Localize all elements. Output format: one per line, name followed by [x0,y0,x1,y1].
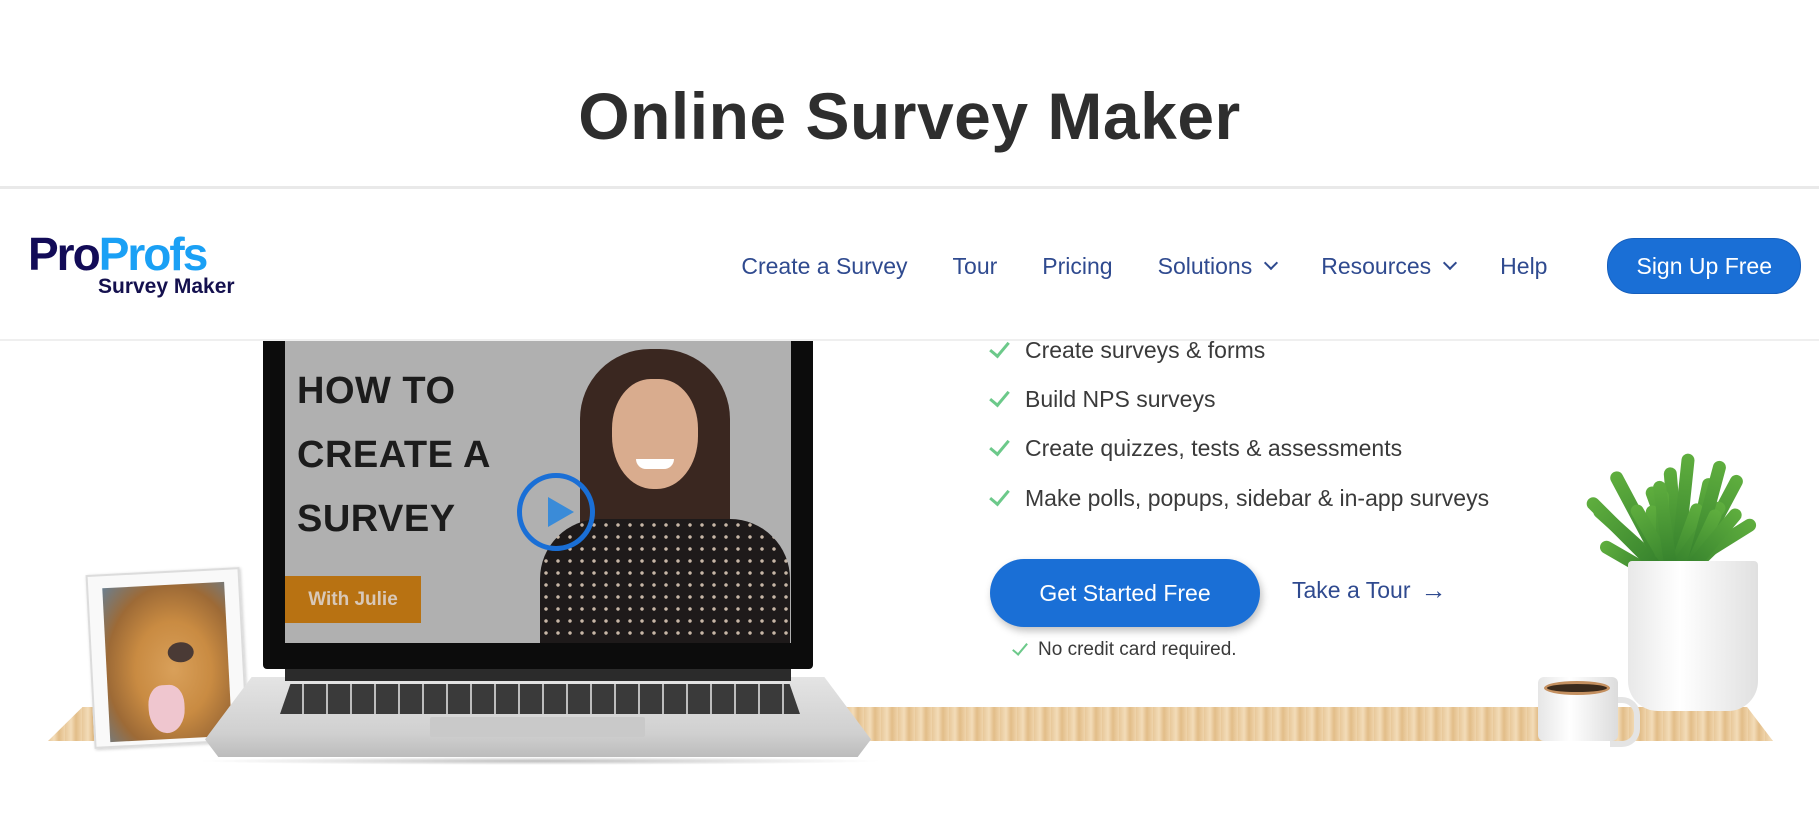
logo-part-pro: Pro [28,228,101,280]
coffee-mug [1538,677,1618,741]
video-title-line: CREATE A [297,434,491,476]
take-a-tour-link[interactable]: Take a Tour → [1292,575,1446,606]
feature-item: Create quizzes, tests & assessments [988,434,1403,462]
no-credit-card-text: No credit card required. [1038,639,1237,660]
feature-item: Build NPS surveys [988,385,1216,413]
feature-text: Create quizzes, tests & assessments [1025,435,1403,461]
checkmark-icon [989,385,1010,408]
logo-part-profs: Profs [98,228,209,280]
plant-pot [1628,561,1758,711]
coffee [1544,681,1610,695]
nav-label: Create a Survey [741,252,908,279]
feature-text: Make polls, popups, sidebar & in-app sur… [1025,485,1490,511]
video-title-line: SURVEY [297,498,456,540]
feature-text: Create surveys & forms [1025,339,1266,363]
dog-nose [167,641,195,663]
checkmark-icon [989,484,1010,507]
laptop-hinge [285,669,791,681]
logo-wordmark: ProProfs [28,228,209,280]
checkmark-icon [989,434,1010,457]
get-started-free-button[interactable]: Get Started Free [990,559,1260,627]
presenter-smile [636,459,674,469]
checkmark-icon [989,339,1010,359]
dog-photo [102,581,233,743]
nav-solutions[interactable]: Solutions [1157,252,1279,280]
dog-tongue [147,684,186,734]
proprofs-logo[interactable]: ProProfs Survey Maker [28,231,248,301]
nav-resources[interactable]: Resources [1321,252,1458,280]
main-nav: Create a Survey Tour Pricing Solutions R… [741,238,1801,294]
nav-create-survey[interactable]: Create a Survey [741,253,907,280]
sign-up-free-button[interactable]: Sign Up Free [1607,238,1801,294]
laptop-screen: HOW TO CREATE A SURVEY With Julie [263,339,813,669]
arrow-right-icon: → [1420,575,1447,605]
play-video-button[interactable] [517,473,595,551]
video-thumbnail[interactable]: HOW TO CREATE A SURVEY With Julie [285,339,791,643]
site-header: ProProfs Survey Maker Create a Survey To… [0,189,1819,341]
plant-leaves [1560,409,1800,585]
logo-subtitle: Survey Maker [98,275,235,298]
laptop-trackpad [430,717,645,737]
laptop-keyboard [280,684,800,714]
nav-label: Tour [952,252,998,279]
nav-help[interactable]: Help [1500,253,1547,280]
feature-item: Create surveys & forms [988,339,1265,364]
page-title: Online Survey Maker [578,79,1241,153]
take-a-tour-label: Take a Tour [1292,577,1411,603]
hero-section: HOW TO CREATE A SURVEY With Julie Create… [0,339,1819,814]
presenter-badge: With Julie [285,576,421,623]
feature-text: Build NPS surveys [1025,386,1216,412]
chevron-down-icon [1264,255,1279,271]
laptop-shadow [195,757,885,765]
nav-label: Solutions [1157,252,1253,279]
nav-label: Pricing [1042,252,1113,279]
presenter-face [612,379,698,489]
page-title-bar: Online Survey Maker [0,0,1819,189]
nav-tour[interactable]: Tour [953,253,998,280]
video-title: HOW TO CREATE A SURVEY [297,359,491,551]
no-credit-card-note: No credit card required. [1010,638,1237,661]
feature-item: Make polls, popups, sidebar & in-app sur… [988,484,1490,512]
nav-label: Resources [1321,252,1432,279]
checkmark-icon [1012,638,1028,656]
chevron-down-icon [1443,255,1458,271]
nav-label: Help [1500,252,1548,279]
nav-pricing[interactable]: Pricing [1042,253,1112,280]
video-title-line: HOW TO [297,370,456,412]
play-icon [548,497,574,527]
